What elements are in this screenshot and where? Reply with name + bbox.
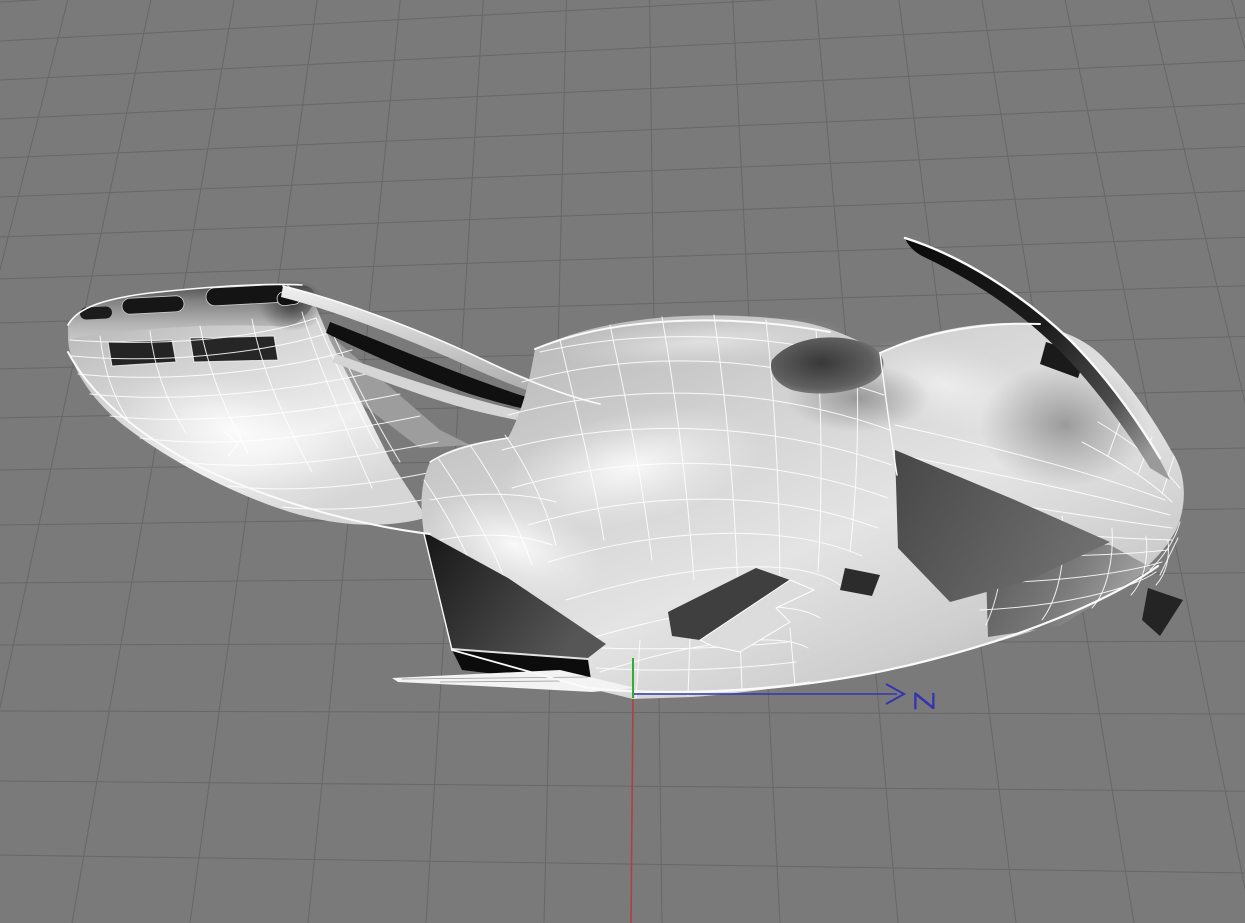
fairing-model[interactable]	[67, 236, 1184, 699]
axis-x-line	[630, 698, 634, 923]
viewport-canvas[interactable]: Z	[0, 0, 1245, 923]
nose-notch	[1142, 588, 1183, 636]
axis-z-label: Z	[908, 691, 941, 710]
viewport[interactable]: Z	[0, 0, 1245, 923]
